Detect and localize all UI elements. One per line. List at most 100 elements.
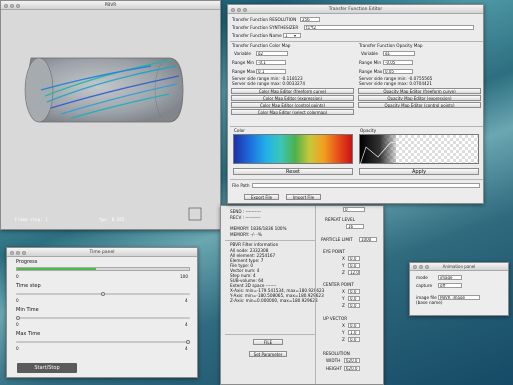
om-range-min-field[interactable]: -0.05 [383,60,413,65]
width-field[interactable]: 620.0 [344,358,360,363]
particle-limit-field[interactable]: 1000 [359,237,377,242]
eye-x-label: X [342,256,345,261]
time-step-min: 0 [16,298,19,303]
time-step-knob[interactable] [101,292,105,296]
start-stop-button[interactable]: Start/Stop [17,363,77,373]
tf-resolution-field[interactable]: 256 [300,17,320,22]
file-button[interactable]: FILE [253,339,283,345]
reset-button[interactable]: Reset [233,168,353,175]
opacity-map-expression-button[interactable]: Opacity Map Editor (expression) [358,95,481,101]
center-y-label: Y [342,296,345,301]
height-field[interactable]: 620.0 [344,366,360,371]
om-range-max-field[interactable]: 0.05 [383,69,413,74]
color-map-select-colormap-button[interactable]: Color Map Editor (select colormap) [231,109,354,115]
min-time-max: 4 [185,322,188,327]
om-variable-field[interactable]: q1 [383,51,415,56]
transfer-function-editor-window: Transfer Function Editor Transfer Functi… [227,4,484,204]
apply-button[interactable]: Apply [359,168,479,175]
animation-panel-window: Animation panel mode image capture off i… [409,262,509,316]
close-dot-icon[interactable] [231,7,235,12]
center-y-field[interactable]: 0.0 [348,296,360,301]
tf-name-select[interactable]: 1 [283,33,301,38]
min-time-knob[interactable] [16,316,20,320]
up-z-field[interactable]: 0.0 [348,337,360,342]
color-map-header: Transfer Function Color Map [232,43,291,48]
max-time-min: 0 [16,346,19,351]
animation-titlebar[interactable]: Animation panel [410,263,508,271]
min-time-label: Min Time [16,307,39,313]
zoom-dot-icon[interactable] [16,3,20,8]
render-view[interactable] [1,10,221,230]
progress-min: 0 [16,274,19,279]
max-time-max: 4 [185,346,188,351]
filter-info-header: PBVR Filter information [230,242,279,247]
send-status: SEND : ---------- [230,209,261,214]
memory-status: MEMORY: 1836/1836 100% [230,226,287,231]
min-time-slider[interactable] [16,317,190,319]
center-z-label: Z [342,303,345,308]
repeat-level-field[interactable]: 16 [346,224,364,229]
tf-synthesizer-field[interactable]: t1*t2 [304,25,474,30]
up-x-field[interactable]: 0.0 [348,323,360,328]
time-step-max: 4 [185,298,188,303]
cm-variable-label: Variable [234,51,251,56]
top-field[interactable]: 0 [343,207,365,212]
opacity-map-control-points-button[interactable]: Opacity Map Editor (control points) [358,102,481,108]
mode-select[interactable]: image [438,275,462,280]
repeat-level-label: REPEAT LEVEL [325,217,355,222]
eye-y-field[interactable]: 0.0 [348,263,360,268]
progress-max: 100 [180,274,188,279]
up-y-field[interactable]: 1.0 [348,330,360,335]
center-z-field[interactable]: 0.0 [348,303,360,308]
animation-title: Animation panel [442,264,476,269]
opacity-map-preview[interactable] [359,134,479,165]
max-time-slider[interactable] [16,341,190,343]
zoom-dot-icon[interactable] [22,250,26,255]
image-file-field[interactable]: PBVR_image [438,295,480,300]
close-dot-icon[interactable] [4,3,8,8]
file-path-field[interactable] [252,183,480,188]
base-name-label: (base name) [416,300,443,305]
color-map-control-points-button[interactable]: Color Map Editor (control points) [231,102,354,108]
export-file-button[interactable]: Export File [244,194,279,200]
close-dot-icon[interactable] [413,265,417,269]
zoom-dot-icon[interactable] [243,7,247,12]
up-z-label: Z [342,337,345,342]
opacity-preview-label: Opacity [360,128,377,133]
tf-name-label: Transfer Function Name [232,33,282,38]
opacity-map-header: Transfer Function Opacity Map [359,43,423,48]
import-file-button[interactable]: Import File [286,194,321,200]
close-dot-icon[interactable] [10,250,14,255]
cm-range-min-field[interactable]: -0.1 [256,60,286,65]
resolution-label: RESOLUTION [323,351,350,356]
eye-z-field[interactable]: 12.0 [348,270,360,275]
cm-variable-field[interactable]: q2 [256,51,288,56]
minimize-dot-icon[interactable] [237,7,241,12]
minimize-dot-icon[interactable] [419,265,423,269]
cm-range-max-field[interactable]: 0.1 [256,69,286,74]
minimize-dot-icon[interactable] [16,250,20,255]
opacity-map-freeform-button[interactable]: Opacity Map Editor (freeform curve) [358,88,481,94]
tfe-titlebar[interactable]: Transfer Function Editor [228,5,483,14]
om-range-min-label: Range Min [359,60,382,65]
capture-select[interactable]: off [438,283,462,288]
pbvr-titlebar[interactable]: PBVR [1,1,220,10]
max-time-knob[interactable] [186,340,190,344]
center-x-field[interactable]: 0.0 [348,289,360,294]
eye-x-field[interactable]: 0.0 [348,256,360,261]
color-map-expression-button[interactable]: Color Map Editor (expression) [231,95,354,101]
time-panel-title: Time panel [89,250,115,255]
zoom-dot-icon[interactable] [425,265,429,269]
chevron-down-icon: ▾ [294,33,297,38]
fps-text: fps: 8.355 [99,217,125,222]
color-map-preview[interactable] [233,134,353,164]
tf-synthesizer-label: Transfer Function SYNTHESIZER [232,25,299,30]
particle-limit-label: PARTICLE LIMIT [321,237,353,242]
color-map-freeform-button[interactable]: Color Map Editor (freeform curve) [231,88,354,94]
file-path-label: File Path [232,183,250,188]
set-parameter-button[interactable]: Set Parameter [249,351,287,357]
capture-label: capture [416,283,433,288]
time-panel-titlebar[interactable]: Time panel [7,248,197,257]
recv-status: RECV : ---------- [230,215,261,220]
minimize-dot-icon[interactable] [10,3,14,8]
